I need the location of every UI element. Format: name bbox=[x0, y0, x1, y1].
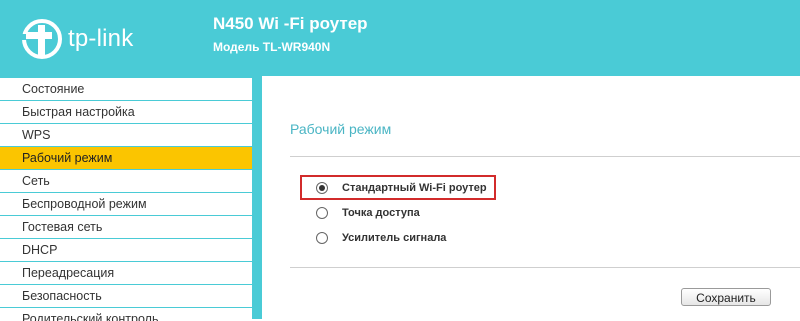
option-access-point[interactable]: Точка доступа bbox=[316, 203, 420, 223]
sidebar-item-parental-control[interactable]: Родительский контроль bbox=[0, 308, 252, 321]
tp-link-logo-icon bbox=[22, 19, 62, 59]
save-button[interactable]: Сохранить bbox=[681, 288, 771, 306]
option-standard-router[interactable]: Стандартный Wi-Fi роутер bbox=[316, 178, 487, 198]
sidebar-item-guest-network[interactable]: Гостевая сеть bbox=[0, 216, 252, 239]
header-bar: tp-link N450 Wi -Fi роутер Модель TL-WR9… bbox=[0, 0, 800, 76]
sidebar-item-dhcp[interactable]: DHCP bbox=[0, 239, 252, 262]
tp-link-logo[interactable]: tp-link bbox=[22, 13, 172, 65]
radio-checked-icon[interactable] bbox=[316, 182, 328, 194]
divider-bottom bbox=[290, 267, 800, 268]
section-title: Рабочий режим bbox=[290, 121, 392, 137]
option-label: Стандартный Wi-Fi роутер bbox=[342, 182, 487, 194]
logo-text: tp-link bbox=[68, 25, 134, 52]
option-label: Усилитель сигнала bbox=[342, 232, 447, 244]
sidebar-menu: Состояние Быстрая настройка WPS Рабочий … bbox=[0, 76, 252, 321]
product-title: N450 Wi -Fi роутер bbox=[213, 14, 368, 33]
model-number: Модель TL-WR940N bbox=[213, 40, 331, 54]
main-panel: Рабочий режим Стандартный Wi-Fi роутер Т… bbox=[262, 76, 800, 319]
option-label: Точка доступа bbox=[342, 207, 420, 219]
sidebar-item-network[interactable]: Сеть bbox=[0, 170, 252, 193]
sidebar-divider bbox=[252, 76, 262, 319]
sidebar-item-forwarding[interactable]: Переадресация bbox=[0, 262, 252, 285]
sidebar-item-wireless[interactable]: Беспроводной режим bbox=[0, 193, 252, 216]
radio-unchecked-icon[interactable] bbox=[316, 232, 328, 244]
divider-top bbox=[290, 156, 800, 157]
sidebar-item-wps[interactable]: WPS bbox=[0, 124, 252, 147]
radio-unchecked-icon[interactable] bbox=[316, 207, 328, 219]
option-range-extender[interactable]: Усилитель сигнала bbox=[316, 228, 446, 248]
sidebar-item-security[interactable]: Безопасность bbox=[0, 285, 252, 308]
sidebar-item-status[interactable]: Состояние bbox=[0, 78, 252, 101]
sidebar-item-operation-mode[interactable]: Рабочий режим bbox=[0, 147, 252, 170]
sidebar-item-quick-setup[interactable]: Быстрая настройка bbox=[0, 101, 252, 124]
